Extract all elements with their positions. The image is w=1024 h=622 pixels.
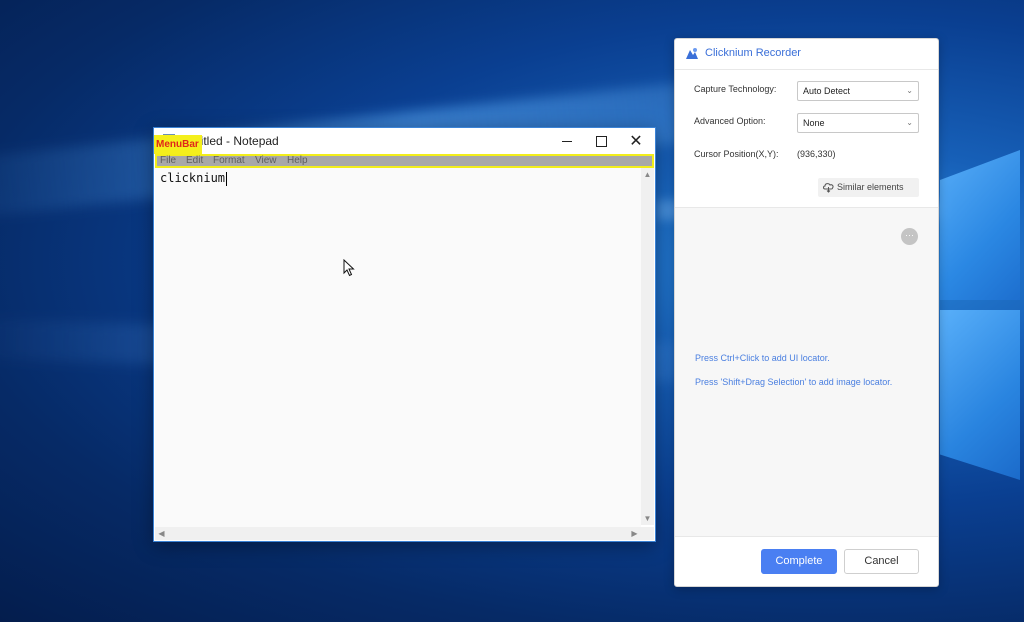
clicknium-logo-icon xyxy=(686,48,698,59)
hint-image-locator: Press 'Shift+Drag Selection' to add imag… xyxy=(695,377,893,387)
hint-ui-locator: Press Ctrl+Click to add UI locator. xyxy=(695,353,830,363)
chevron-down-icon: ⌄ xyxy=(906,86,913,95)
maximize-icon xyxy=(595,135,607,147)
scroll-up-icon[interactable]: ▲ xyxy=(641,168,654,181)
horizontal-scrollbar[interactable]: ◀ ▶ xyxy=(155,527,641,540)
notepad-text-area[interactable]: clicknium xyxy=(155,168,641,539)
menu-view[interactable]: View xyxy=(255,155,277,166)
recorder-title: Clicknium Recorder xyxy=(705,47,801,59)
locator-area: ··· Press Ctrl+Click to add UI locator. … xyxy=(675,207,938,537)
menu-help[interactable]: Help xyxy=(287,155,308,166)
clicknium-recorder-panel: Clicknium Recorder Capture Technology: A… xyxy=(674,38,939,587)
vertical-scrollbar[interactable]: ▲ ▼ xyxy=(641,168,654,525)
notepad-title-bar[interactable]: Untitled - Notepad ✕ xyxy=(154,128,655,154)
similar-elements-button[interactable]: Similar elements xyxy=(818,178,919,197)
complete-button[interactable]: Complete xyxy=(761,549,837,574)
similar-elements-label: Similar elements xyxy=(837,182,904,192)
scroll-right-icon[interactable]: ▶ xyxy=(628,527,641,540)
minimize-icon xyxy=(562,140,572,142)
mouse-cursor-icon xyxy=(343,259,355,277)
capture-technology-select[interactable]: Auto Detect ⌄ xyxy=(797,81,919,101)
cancel-button[interactable]: Cancel xyxy=(844,549,919,574)
menubar-overlay-label: MenuBar xyxy=(154,135,202,154)
capture-technology-label: Capture Technology: xyxy=(694,84,777,94)
more-options-icon[interactable]: ··· xyxy=(901,228,918,245)
chevron-down-icon: ⌄ xyxy=(906,118,913,127)
advanced-option-value: None xyxy=(803,118,825,128)
text-caret xyxy=(226,171,228,186)
maximize-button[interactable] xyxy=(583,128,619,154)
capture-technology-value: Auto Detect xyxy=(803,86,851,96)
similar-elements-icon xyxy=(823,183,834,193)
menu-edit[interactable]: Edit xyxy=(186,155,203,166)
close-icon: ✕ xyxy=(629,131,643,150)
scroll-left-icon[interactable]: ◀ xyxy=(155,527,168,540)
cursor-position-value: (936,330) xyxy=(797,149,836,159)
advanced-option-select[interactable]: None ⌄ xyxy=(797,113,919,133)
resize-grip[interactable] xyxy=(641,527,654,540)
notepad-content: clicknium xyxy=(160,171,228,186)
scroll-down-icon[interactable]: ▼ xyxy=(641,512,654,525)
menu-file[interactable]: File xyxy=(160,155,176,166)
notepad-window: Untitled - Notepad ✕ File Edit Format Vi… xyxy=(153,127,656,542)
recorder-header: Clicknium Recorder xyxy=(675,39,938,70)
minimize-button[interactable] xyxy=(549,128,585,154)
close-button[interactable]: ✕ xyxy=(618,128,654,154)
menu-format[interactable]: Format xyxy=(213,155,245,166)
windows-logo xyxy=(940,150,1024,510)
advanced-option-label: Advanced Option: xyxy=(694,116,766,126)
cursor-position-label: Cursor Position(X,Y): xyxy=(694,149,779,159)
